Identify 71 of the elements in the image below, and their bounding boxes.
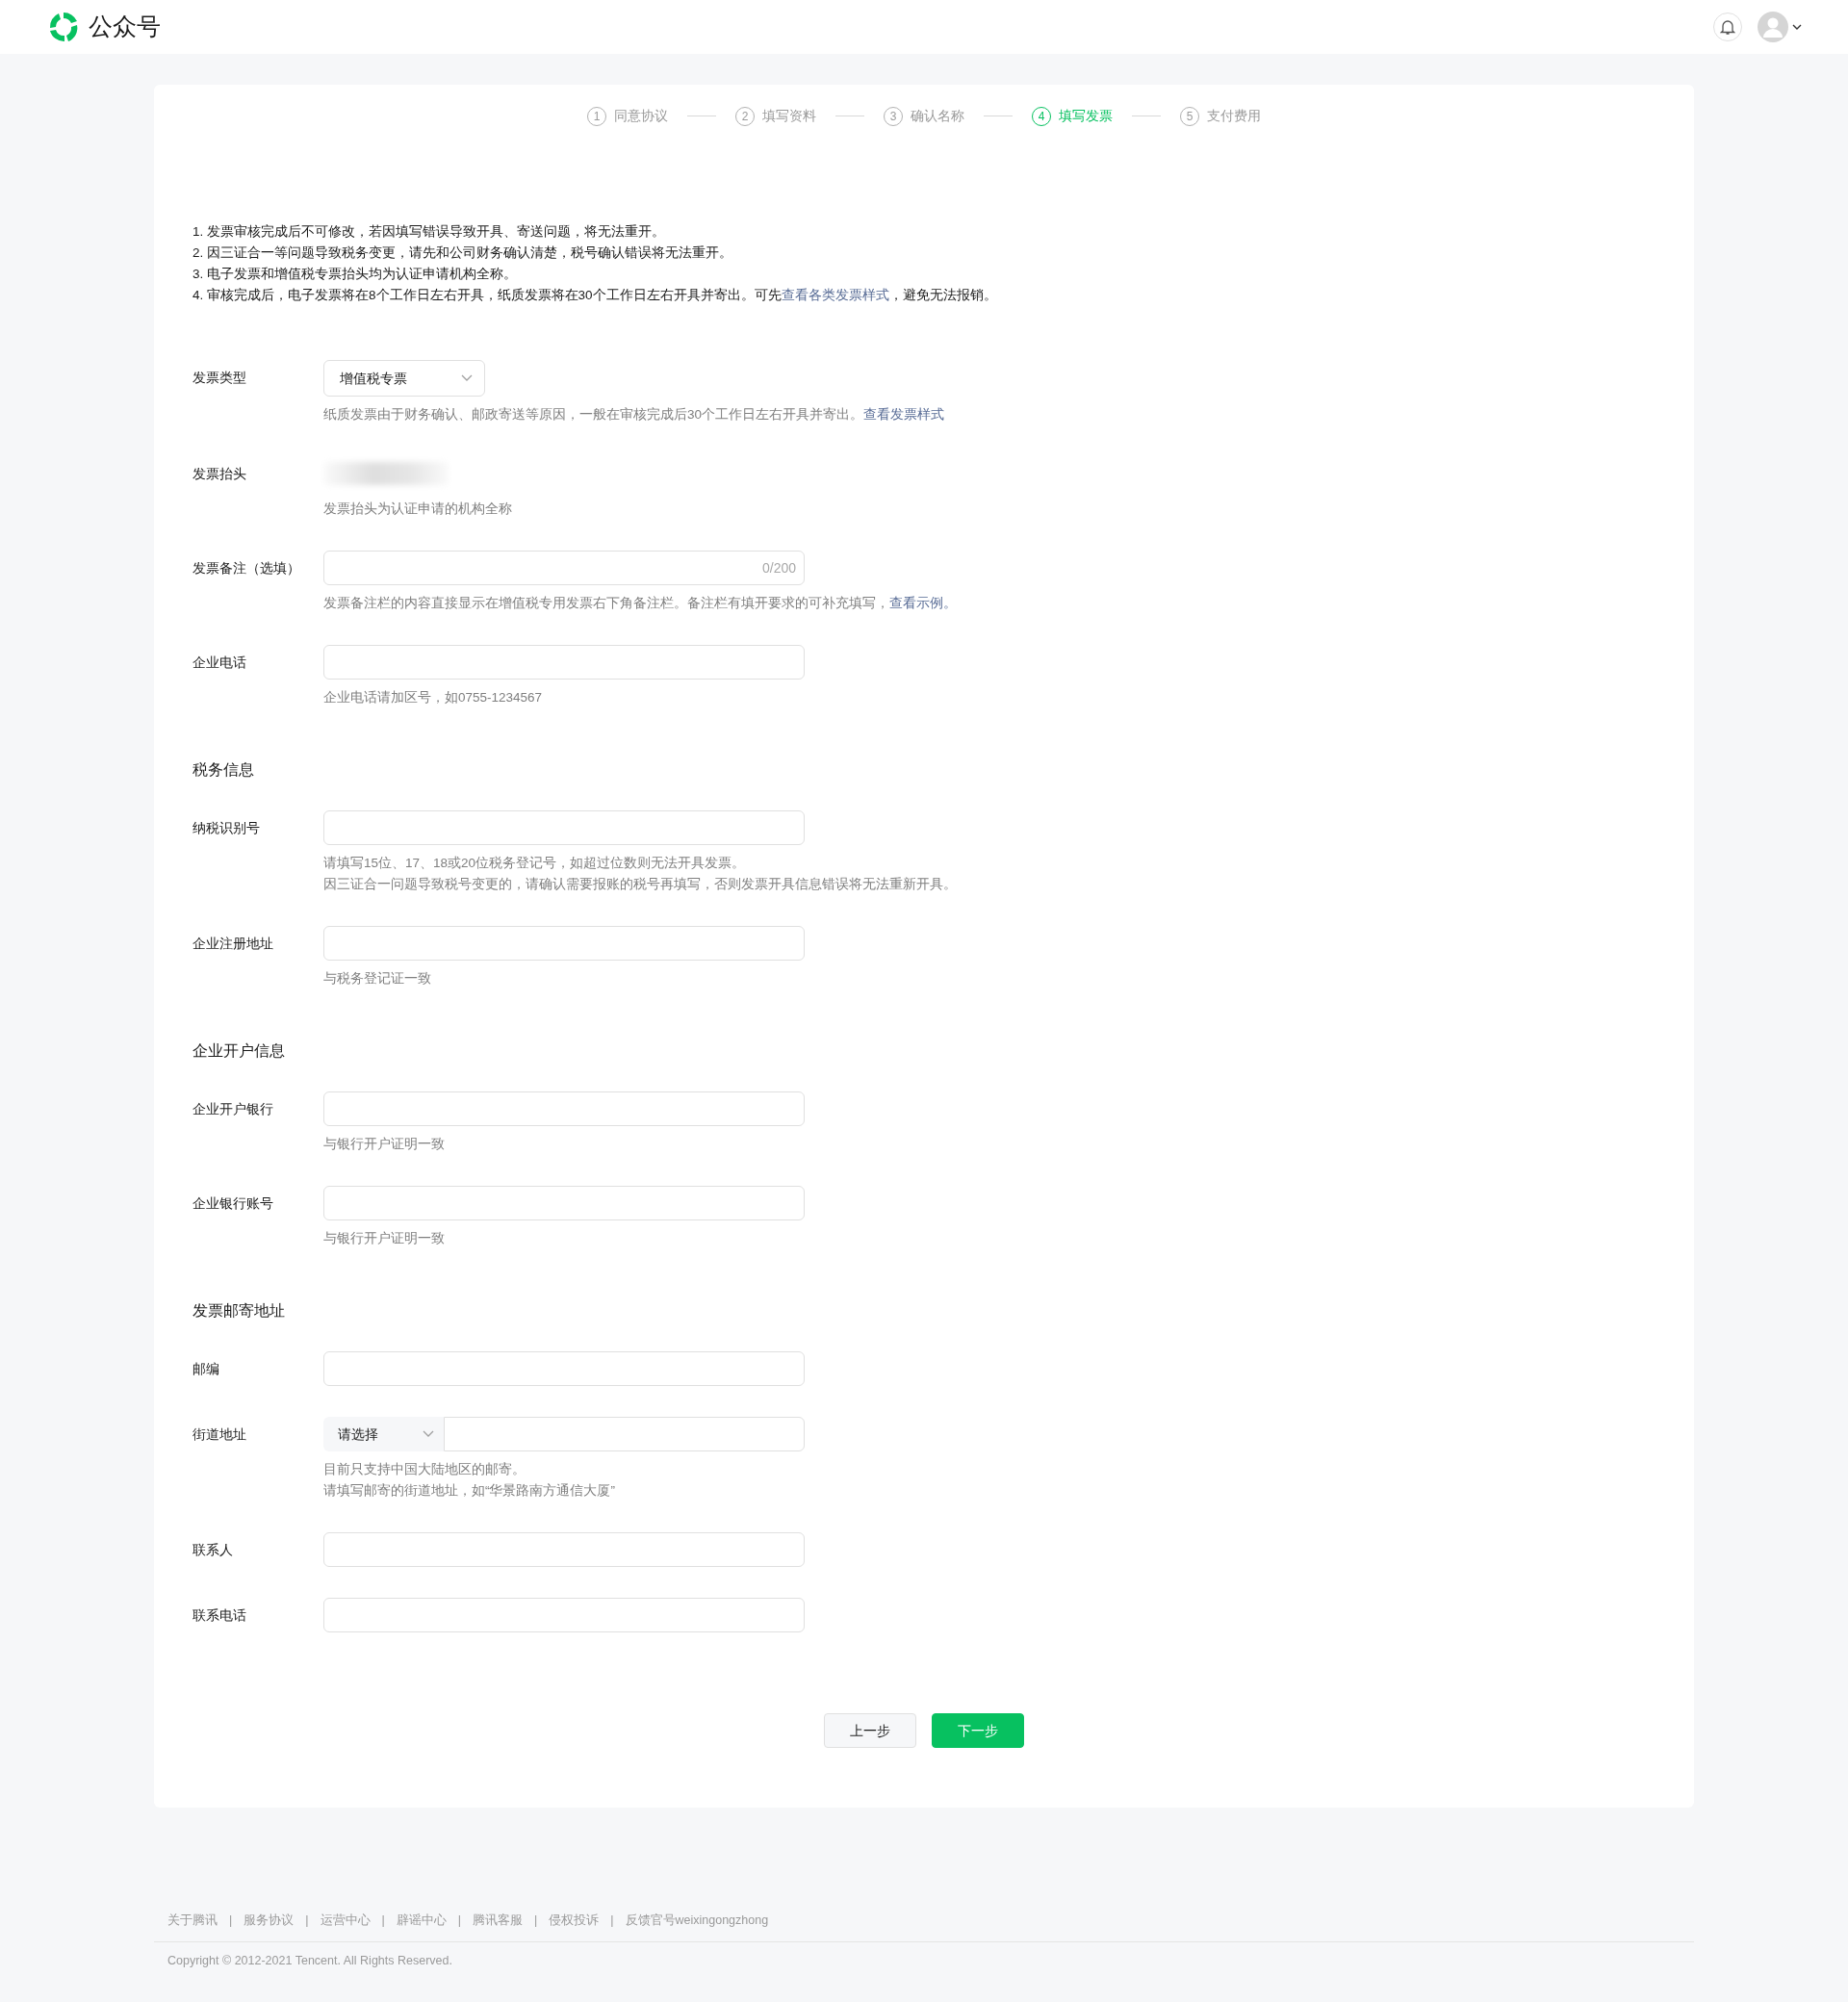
footer-link[interactable]: 反馈官号weixingongzhong (625, 1912, 769, 1930)
field-label: 发票抬头 (192, 464, 247, 483)
character-counter: 0/200 (761, 558, 796, 578)
input-field[interactable] (323, 1351, 805, 1386)
hint-text: 请填写15位、17、18或20位税务登记号，如超过位数则无法开具发票。 (323, 855, 747, 872)
logo-text[interactable]: 公众号 (89, 9, 161, 45)
footer-link[interactable]: 运营中心 (320, 1912, 371, 1930)
field-label: 企业电话 (192, 653, 247, 672)
invoice-type-select[interactable]: 增值税专票 (323, 360, 485, 397)
hint-text: 企业电话请加区号，如0755-1234567 (323, 689, 544, 706)
footer-link[interactable]: 服务协议 (244, 1912, 295, 1930)
separator: | (381, 1912, 385, 1929)
step-item[interactable]: 5 支付费用 (1180, 106, 1261, 126)
input-field[interactable] (444, 1417, 805, 1451)
hint-text: 发票备注栏的内容直接显示在增值税专用发票右下角备注栏。备注栏有填开要求的可补充填写，查看示例。 (323, 595, 957, 612)
footer-link[interactable]: 关于腾讯 (167, 1912, 218, 1930)
separator: | (305, 1912, 309, 1929)
footer-link[interactable]: 侵权投诉 (549, 1912, 600, 1930)
input-field[interactable]: 0/200 (323, 551, 805, 585)
step-item[interactable]: 1 同意协议 (587, 106, 668, 126)
input-field[interactable] (323, 1598, 805, 1632)
field-label: 发票类型 (192, 368, 247, 387)
notice-text: 3. 电子发票和增值税专票抬头均为认证申请机构全称。 (192, 266, 518, 283)
input-field[interactable] (323, 926, 805, 961)
field-label: 纳税识别号 (192, 818, 261, 837)
hint-text: 纸质发票由于财务确认、邮政寄送等原因，一般在审核完成后30个工作日左右开具并寄出。查看发票样式 (323, 406, 945, 424)
input-field[interactable] (323, 1186, 805, 1220)
back-button[interactable]: 上一步 (824, 1713, 916, 1748)
field-label: 街道地址 (192, 1424, 247, 1444)
separator: | (534, 1912, 538, 1929)
caret-icon (423, 1430, 434, 1438)
hint-text: 与银行开户证明一致 (323, 1230, 446, 1247)
hint-text: 与税务登记证一致 (323, 970, 432, 988)
input-field[interactable] (323, 810, 805, 845)
field-label: 发票备注（选填） (192, 558, 301, 578)
section-heading: 企业开户信息 (192, 1041, 286, 1061)
separator: | (457, 1912, 461, 1929)
hint-text: 因三证合一问题导致税号变更的，请确认需要报账的税号再填写，否则发票开具信息错误将无法重新开具。 (323, 876, 957, 893)
input-field[interactable] (323, 1532, 805, 1567)
caret-icon (461, 374, 473, 382)
notice-text: 1. 发票审核完成后不可修改，若因填写错误导致开具、寄送问题，将无法重开。 (192, 223, 666, 241)
hint-link[interactable]: 查看发票样式 (863, 407, 945, 422)
footer-link[interactable]: 腾讯客服 (473, 1912, 523, 1930)
field-label: 联系电话 (192, 1605, 247, 1625)
field-label: 企业开户银行 (192, 1099, 274, 1118)
field-label: 企业银行账号 (192, 1194, 274, 1213)
next-button[interactable]: 下一步 (932, 1713, 1024, 1748)
notice-text: 4. 审核完成后，电子发票将在8个工作日左右开具，纸质发票将在30个工作日左右开具并寄出。可先查看各类发票样式，避免无法报销。 (192, 287, 998, 304)
field-label: 联系人 (192, 1540, 234, 1559)
hint-text: 请填写邮寄的街道地址，如“华景路南方通信大厦” (323, 1482, 616, 1500)
hint-text: 发票抬头为认证申请的机构全称 (323, 500, 512, 518)
footer-link[interactable]: 辟谣中心 (396, 1912, 447, 1930)
step-item[interactable]: 2 填写资料 (735, 106, 816, 126)
hint-link[interactable]: 查看示例。 (889, 596, 957, 610)
field-label: 邮编 (192, 1359, 220, 1378)
hint-text: 目前只支持中国大陆地区的邮寄。 (323, 1461, 526, 1478)
field-label: 企业注册地址 (192, 934, 274, 953)
separator: | (229, 1912, 233, 1929)
section-heading: 发票邮寄地址 (192, 1301, 286, 1321)
notice-link[interactable]: 查看各类发票样式 (781, 288, 889, 302)
region-select[interactable]: 请选择 (323, 1417, 444, 1451)
step-item[interactable]: 4 填写发票 (1032, 106, 1113, 126)
input-field[interactable] (323, 645, 805, 680)
notice-text: 2. 因三证合一等问题导致税务变更，请先和公司财务确认清楚，税号确认错误将无法重开。 (192, 244, 733, 262)
input-field[interactable] (323, 1091, 805, 1126)
separator: | (610, 1912, 614, 1929)
section-heading: 税务信息 (192, 760, 255, 780)
hint-text: 与银行开户证明一致 (323, 1136, 446, 1153)
step-item[interactable]: 3 确认名称 (884, 106, 964, 126)
copyright-text: Copyright © 2012-2021 Tencent. All Rights Reserved. (167, 1952, 453, 1969)
caret-icon[interactable] (1792, 24, 1802, 30)
